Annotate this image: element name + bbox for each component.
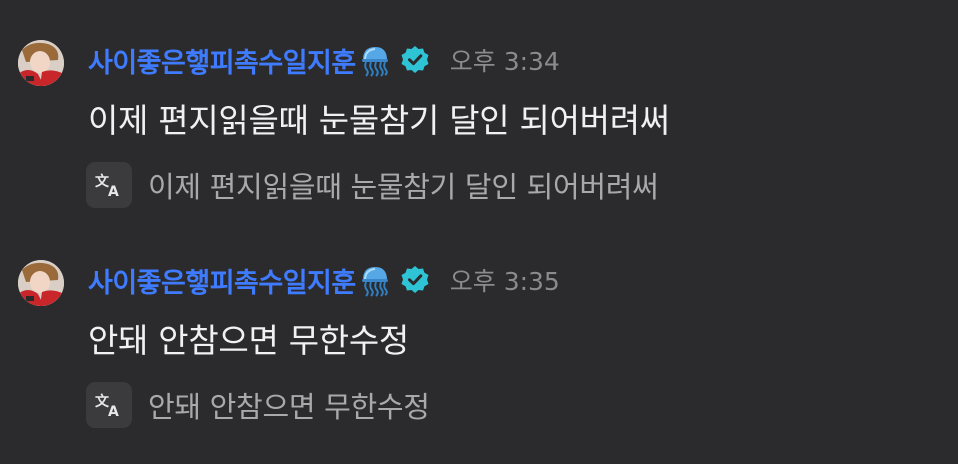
- username[interactable]: 사이좋은햏피촉수일지훈: [88, 41, 356, 80]
- verified-badge-icon: [400, 45, 430, 75]
- translate-icon: 文 A: [95, 173, 119, 198]
- verified-badge-icon: [400, 265, 430, 295]
- svg-text:A: A: [108, 184, 119, 198]
- translated-text: 안돼 안참으면 무한수정: [148, 390, 430, 424]
- message-time: 오후 3:34: [449, 47, 560, 76]
- svg-text:A: A: [108, 404, 119, 418]
- translate-button[interactable]: 文 A: [86, 382, 132, 428]
- message-header: 사이좋은햏피촉수일지훈 오후 3:34: [88, 41, 560, 80]
- chat-list: 사이좋은햏피촉수일지훈 오후 3:34 이제 편지읽을때 눈물참기 달인 되어버…: [0, 0, 958, 464]
- jellyfish-emoji: [358, 43, 392, 77]
- avatar[interactable]: [18, 260, 64, 306]
- message-text: 이제 편지읽을때 눈물참기 달인 되어버려써: [88, 101, 670, 140]
- message-time: 오후 3:35: [449, 267, 560, 296]
- translate-icon: 文 A: [95, 393, 119, 418]
- translation-row: 文 A 이제 편지읽을때 눈물참기 달인 되어버려써: [86, 162, 659, 208]
- username[interactable]: 사이좋은햏피촉수일지훈: [88, 261, 356, 300]
- jellyfish-emoji: [358, 263, 392, 297]
- translate-button[interactable]: 文 A: [86, 162, 132, 208]
- translated-text: 이제 편지읽을때 눈물참기 달인 되어버려써: [148, 170, 659, 204]
- avatar[interactable]: [18, 40, 64, 86]
- message-header: 사이좋은햏피촉수일지훈 오후 3:35: [88, 261, 560, 300]
- translation-row: 文 A 안돼 안참으면 무한수정: [86, 382, 430, 428]
- message-text: 안돼 안참으면 무한수정: [88, 321, 409, 360]
